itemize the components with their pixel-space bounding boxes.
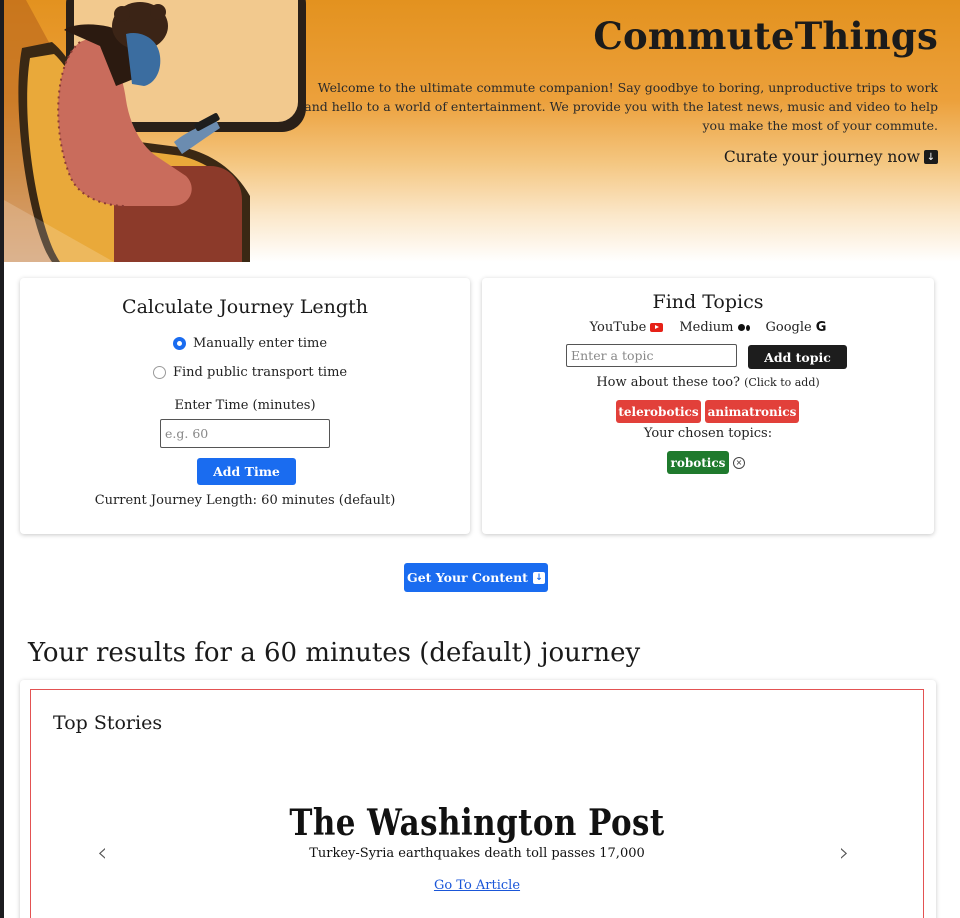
top-stories-panel: Top Stories ‹ The Washington Post Turkey… bbox=[30, 689, 924, 918]
page: CommuteThings Welcome to the ultimate co… bbox=[4, 0, 960, 918]
hero-description: Welcome to the ultimate commute companio… bbox=[304, 80, 938, 133]
transport-time-option[interactable]: Find public transport time bbox=[153, 365, 347, 380]
transport-time-radio[interactable] bbox=[153, 366, 166, 379]
add-topic-button[interactable]: Add topic bbox=[748, 345, 847, 369]
chosen-topic-chip: robotics bbox=[667, 451, 729, 474]
manual-time-option[interactable]: Manually enter time bbox=[173, 336, 327, 351]
journey-length-card: Calculate Journey Length Manually enter … bbox=[20, 278, 470, 534]
time-input[interactable] bbox=[160, 419, 330, 448]
google-icon: G bbox=[815, 320, 827, 335]
source-list: YouTube Medium Google G bbox=[482, 320, 934, 335]
get-content-button[interactable]: Get Your Content ↓ bbox=[404, 563, 548, 592]
manual-time-radio[interactable] bbox=[173, 337, 186, 350]
time-field-label: Enter Time (minutes) bbox=[174, 398, 316, 413]
add-time-button[interactable]: Add Time bbox=[197, 458, 296, 485]
publication-logo: The Washington Post bbox=[289, 802, 665, 844]
down-arrow-icon: ↓ bbox=[532, 571, 545, 584]
manual-time-label: Manually enter time bbox=[193, 336, 328, 351]
chosen-topics-label: Your chosen topics: bbox=[643, 426, 773, 441]
journey-card-title: Calculate Journey Length bbox=[122, 296, 368, 318]
current-journey-length: Current Journey Length: 60 minutes (defa… bbox=[94, 493, 396, 508]
find-topics-card: Find Topics YouTube Medium Google G Add … bbox=[482, 278, 934, 534]
youtube-icon bbox=[650, 323, 664, 332]
hero-banner: CommuteThings Welcome to the ultimate co… bbox=[4, 0, 960, 262]
source-medium-label: Medium bbox=[679, 320, 734, 335]
suggested-topic-chip[interactable]: animatronics bbox=[705, 400, 799, 423]
suggested-topic-chip[interactable]: telerobotics bbox=[616, 400, 701, 423]
source-youtube-label: YouTube bbox=[589, 320, 647, 335]
remove-topic-icon[interactable]: × bbox=[733, 457, 745, 469]
source-youtube: YouTube bbox=[590, 320, 664, 335]
get-content-label: Get Your Content bbox=[407, 570, 528, 585]
topic-input[interactable] bbox=[566, 344, 737, 367]
results-card: Top Stories ‹ The Washington Post Turkey… bbox=[20, 680, 936, 918]
suggestions-text: How about these too? bbox=[596, 375, 740, 390]
commuter-illustration bbox=[4, 0, 306, 262]
app-title: CommuteThings bbox=[593, 14, 938, 58]
chevron-right-icon[interactable]: › bbox=[839, 838, 849, 868]
medium-icon bbox=[737, 324, 750, 331]
topics-card-title: Find Topics bbox=[652, 291, 764, 313]
section-title: Top Stories bbox=[53, 712, 163, 734]
story-headline: Turkey-Syria earthquakes death toll pass… bbox=[309, 846, 645, 861]
transport-time-label: Find public transport time bbox=[173, 365, 348, 380]
curate-journey-label: Curate your journey now bbox=[723, 148, 920, 166]
suggestions-prompt: How about these too? (Click to add) bbox=[482, 375, 934, 390]
down-arrow-icon: ↓ bbox=[924, 150, 938, 164]
results-heading: Your results for a 60 minutes (default) … bbox=[28, 638, 641, 668]
source-google-label: Google bbox=[765, 320, 812, 335]
source-medium: Medium bbox=[679, 320, 750, 335]
curate-journey-link[interactable]: Curate your journey now ↓ bbox=[724, 148, 938, 166]
go-to-article-link[interactable]: Go To Article bbox=[31, 878, 923, 893]
suggestions-hint: (Click to add) bbox=[744, 376, 820, 389]
source-google: Google G bbox=[766, 320, 827, 335]
